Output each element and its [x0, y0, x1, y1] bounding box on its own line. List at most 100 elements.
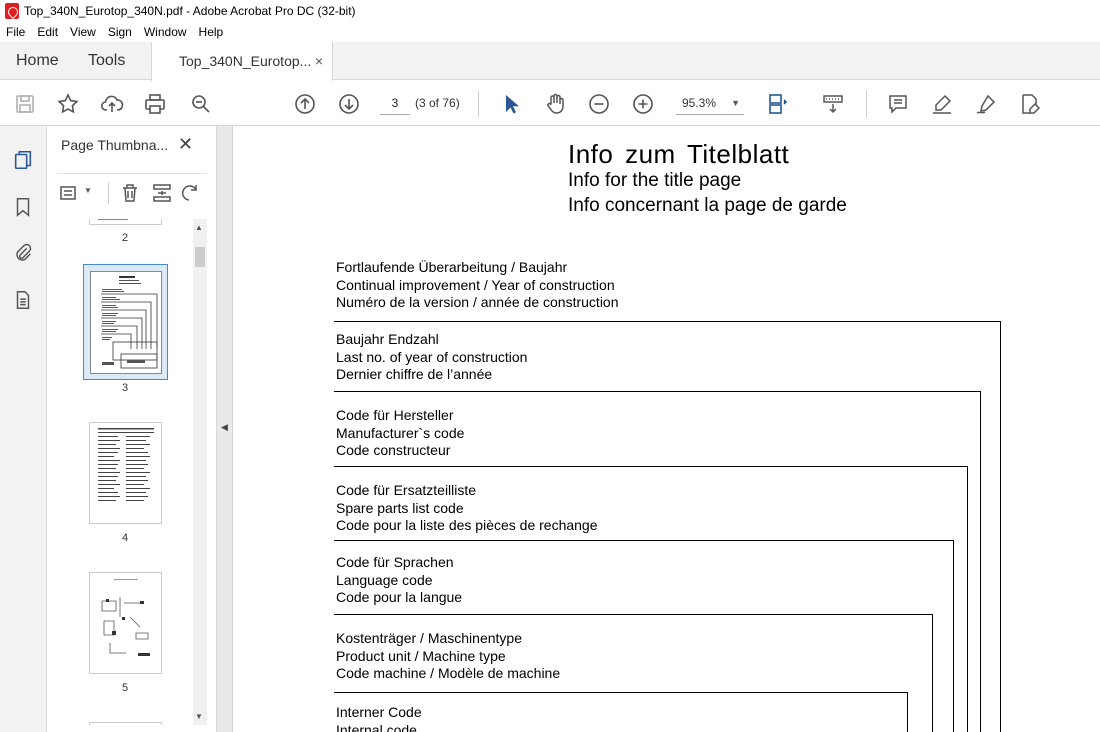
field-label-de: Code für Sprachen [336, 554, 454, 570]
thumbnail-page-2[interactable] [89, 219, 162, 225]
window-title: Top_340N_Eurotop_340N.pdf - Adobe Acroba… [24, 4, 356, 18]
zoom-in-icon[interactable] [630, 91, 656, 117]
field-label-de: Interner Code [336, 704, 422, 720]
thumbnail-content [98, 219, 128, 220]
field-label-en: Language code [336, 571, 433, 588]
title-bar: Top_340N_Eurotop_340N.pdf - Adobe Acroba… [0, 0, 1100, 22]
find-zoom-icon[interactable] [188, 91, 214, 117]
chevron-down-icon: ▼ [731, 98, 740, 108]
page-subtitle-en: Info for the title page [568, 170, 742, 191]
field-label-en: Product unit / Machine type [336, 647, 506, 664]
menu-window[interactable]: Window [138, 22, 193, 42]
bookmark-star-icon[interactable] [55, 91, 81, 117]
field-label-fr: Code pour la langue [336, 589, 463, 605]
thumbnail-page-3 [90, 271, 162, 374]
field-label-fr: Code constructeur [336, 442, 451, 458]
thumbnail-page-4-content [98, 428, 154, 501]
thumb-toolbar-divider [108, 182, 109, 204]
thumbnail-label: 2 [121, 232, 129, 244]
field-label-de: Kostenträger / Maschinentype [336, 630, 522, 646]
fit-page-icon[interactable] [764, 91, 790, 117]
document-view[interactable]: Info zum Titelblatt Info for the title p… [233, 126, 1100, 732]
upload-cloud-icon[interactable] [99, 91, 125, 117]
page-subtitle-fr: Info concernant la page de garde [568, 195, 847, 216]
leader-line [1000, 321, 1001, 732]
leader-line [334, 692, 908, 693]
menu-edit[interactable]: Edit [31, 22, 64, 42]
sign-pen-icon[interactable] [973, 91, 999, 117]
scroll-mode-icon[interactable] [820, 91, 846, 117]
rotate-page-icon[interactable] [181, 182, 203, 204]
comment-icon[interactable] [885, 91, 911, 117]
leader-line [334, 614, 933, 615]
main-toolbar: (3 of 76) 95.3% ▼ [0, 81, 1100, 126]
field-label-de: Code für Ersatzteilliste [336, 482, 477, 498]
thumbnail-page-6[interactable] [89, 722, 162, 725]
toolbar-divider-2 [866, 91, 867, 117]
field-label-en: Internal code [336, 721, 417, 732]
zoom-level-select[interactable]: 95.3% ▼ [676, 91, 744, 115]
page-thumbnails-icon[interactable] [11, 148, 35, 172]
leader-line [334, 540, 954, 541]
print-icon[interactable] [142, 91, 168, 117]
thumbnail-page-3-content [101, 276, 158, 369]
thumbnail-page-3-selected[interactable] [83, 264, 168, 380]
scroll-down-icon[interactable]: ▼ [195, 712, 203, 721]
next-page-icon[interactable] [336, 91, 362, 117]
highlight-pen-icon[interactable] [929, 91, 955, 117]
menu-view[interactable]: View [64, 22, 102, 42]
delete-page-icon[interactable] [119, 182, 141, 204]
menu-sign[interactable]: Sign [102, 22, 138, 42]
previous-page-icon[interactable] [292, 91, 318, 117]
field-label-fr: Code pour la liste des pièces de rechang… [336, 517, 598, 533]
collapse-left-icon[interactable]: ◀ [221, 422, 228, 433]
field-label-fr: Dernier chiffre de l’année [336, 366, 493, 382]
zoom-level-value: 95.3% [682, 96, 717, 110]
leader-line [334, 321, 1001, 322]
field-label-fr: Numéro de la version / année de construc… [336, 294, 619, 310]
scroll-up-icon[interactable]: ▲ [195, 223, 203, 232]
field-label-de: Baujahr Endzahl [336, 331, 439, 347]
zoom-out-icon[interactable] [586, 91, 612, 117]
leader-line [334, 391, 981, 392]
leader-line [967, 466, 968, 732]
thumbnails-scrollbar[interactable]: ▲ ▼ [193, 219, 207, 725]
edit-pdf-icon[interactable] [1017, 91, 1043, 117]
page-number-input[interactable] [380, 91, 410, 115]
leader-line [907, 692, 908, 732]
close-pane-icon[interactable]: ✕ [178, 134, 193, 155]
insert-page-icon[interactable] [151, 182, 173, 204]
left-nav-rail [0, 126, 47, 732]
field-label-en: Spare parts list code [336, 499, 464, 516]
thumbnail-label: 5 [121, 682, 129, 694]
thumbnail-page-5[interactable] [89, 572, 162, 674]
menu-file[interactable]: File [0, 22, 31, 42]
scrollbar-thumb[interactable] [195, 247, 205, 267]
menu-help[interactable]: Help [193, 22, 230, 42]
document-properties-icon[interactable] [11, 288, 35, 312]
attachments-icon[interactable] [11, 241, 35, 265]
leader-line [932, 614, 933, 732]
save-icon[interactable] [12, 91, 38, 117]
thumbnail-label: 4 [121, 532, 129, 544]
chevron-down-icon[interactable]: ▼ [84, 186, 92, 195]
select-cursor-icon[interactable] [498, 91, 524, 117]
tab-document[interactable]: Top_340N_Eurotop... × [151, 42, 333, 81]
thumbnail-list: 2 3 4 5 [57, 219, 193, 725]
thumbnails-toolbar: ▼ [57, 173, 207, 204]
leader-line [334, 466, 968, 467]
page-count-label: (3 of 76) [415, 96, 460, 110]
thumbnail-page-4[interactable] [89, 422, 162, 524]
thumbnail-label: 3 [121, 382, 129, 394]
bookmarks-icon[interactable] [11, 195, 35, 219]
hand-tool-icon[interactable] [542, 91, 568, 117]
field-label-fr: Code machine / Modèle de machine [336, 665, 561, 681]
field-label-de: Code für Hersteller [336, 407, 454, 423]
tab-tools[interactable]: Tools [88, 42, 125, 80]
leader-line [953, 540, 954, 732]
thumbnail-options-icon[interactable] [59, 182, 81, 204]
acrobat-logo-icon [5, 3, 19, 19]
tab-close-icon[interactable]: × [315, 42, 323, 80]
tab-home[interactable]: Home [16, 42, 59, 80]
pane-collapse-strip[interactable]: ◀ [217, 126, 233, 732]
